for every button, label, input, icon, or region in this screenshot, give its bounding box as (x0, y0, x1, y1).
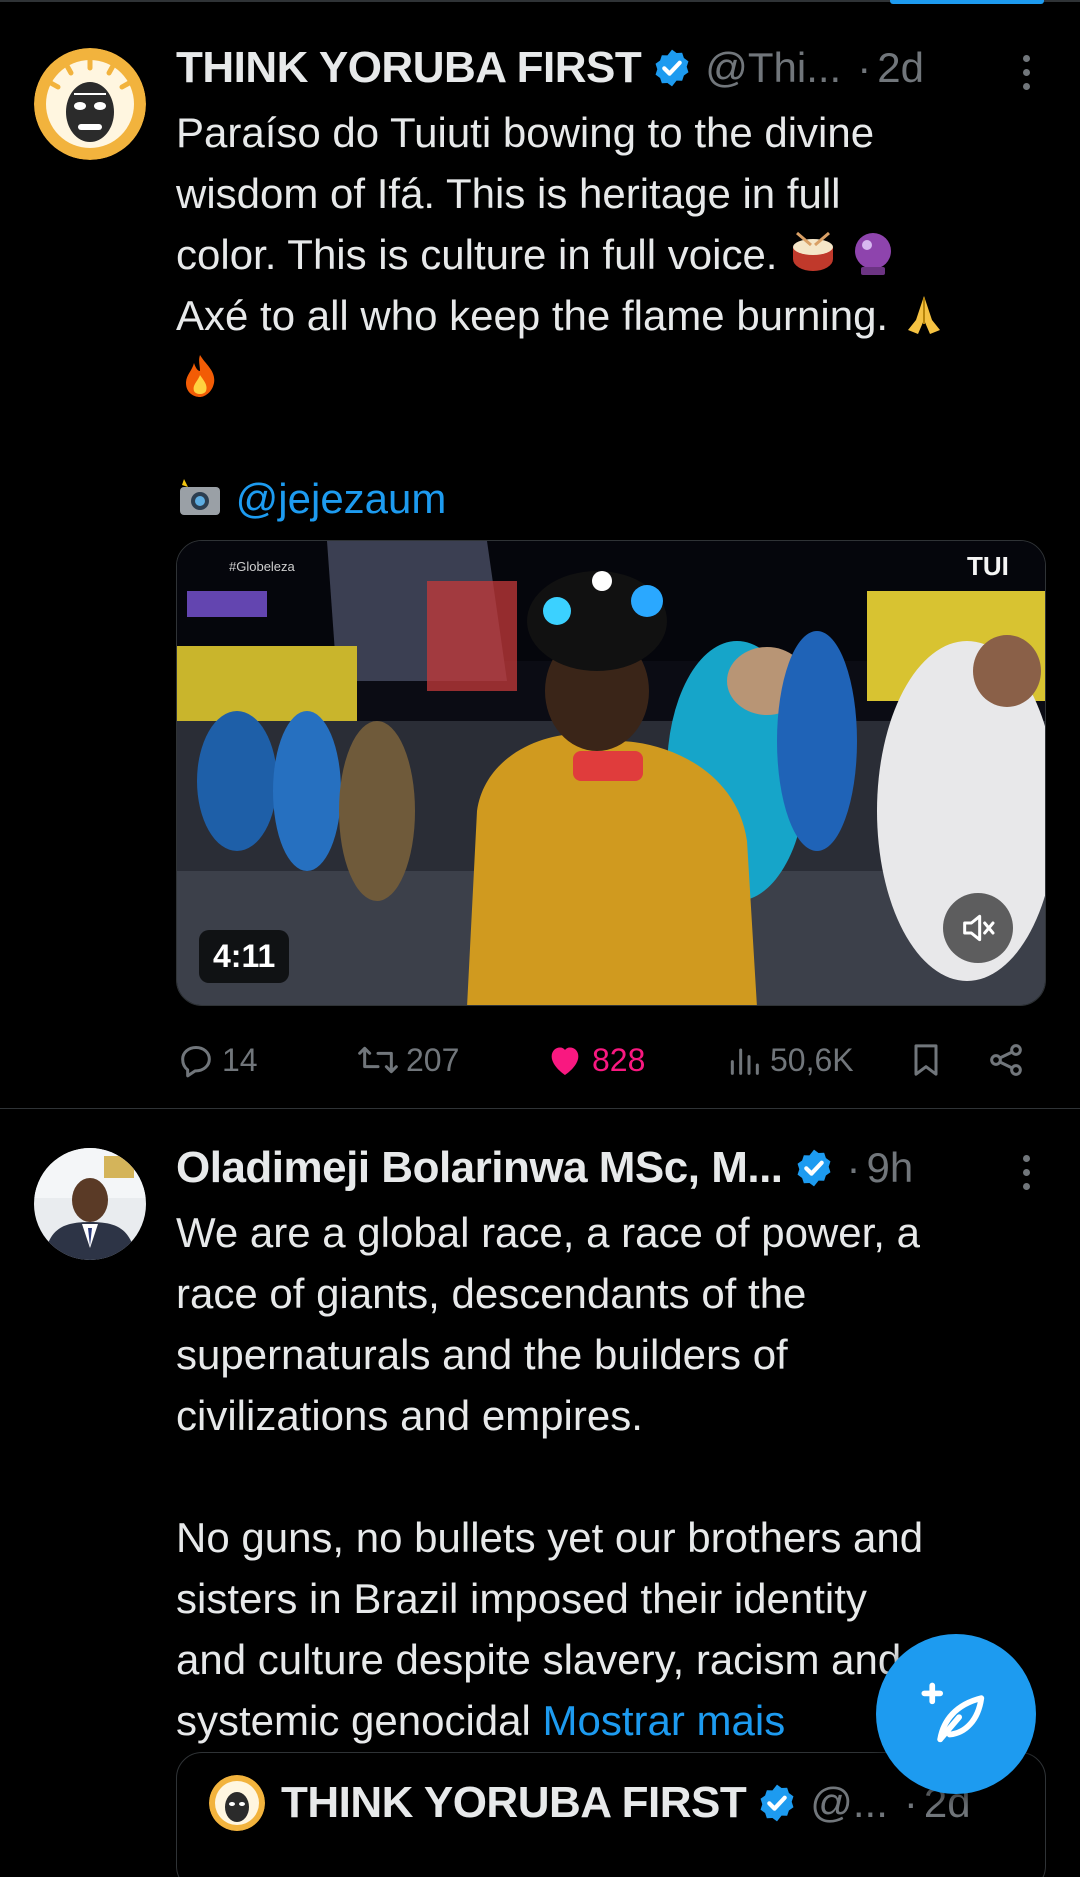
heart-icon (551, 1047, 579, 1075)
video-duration: 4:11 (199, 930, 290, 983)
mention-link[interactable]: @jejezaum (236, 475, 447, 522)
tweet-action-bar: 14 207 828 50,6K (176, 1030, 1046, 1090)
avatar (209, 1775, 265, 1831)
text-line: supernaturals and the builders of (176, 1331, 788, 1378)
share-icon (990, 1044, 1022, 1076)
text-line-with-emoji: Axé to all who keep the flame burning. (176, 285, 1046, 346)
text-line-with-emoji: color. This is culture in full voice. (176, 224, 1046, 285)
time-separator: · (857, 44, 872, 91)
video-frame: #Globeleza TUI (177, 541, 1045, 1005)
views-button[interactable]: 50,6K (724, 1030, 854, 1090)
compose-post-icon (921, 1682, 985, 1743)
view-count: 50,6K (770, 1041, 854, 1078)
compose-post-button[interactable] (876, 1634, 1036, 1794)
verified-badge-icon (655, 49, 689, 87)
watermark-text: #Globeleza (229, 559, 296, 574)
bookmark-icon (914, 1044, 938, 1076)
drum-emoji-icon (793, 231, 834, 271)
text-line-with-emoji (176, 346, 1046, 407)
verified-badge-icon (760, 1784, 794, 1822)
tweet-divider (0, 1108, 1080, 1109)
verified-badge-icon (797, 1149, 830, 1187)
avatar[interactable] (34, 48, 146, 160)
text-line: Paraíso do Tuiuti bowing to the divine (176, 109, 875, 156)
repost-icon (358, 1046, 398, 1074)
tweet-header: Oladimeji Bolarinwa MSc, M... · 9h (176, 1138, 1046, 1198)
reply-icon (181, 1046, 211, 1078)
time-separator: · (846, 1144, 861, 1191)
repost-count: 207 (406, 1041, 460, 1078)
sign-text: TUI (967, 551, 1009, 581)
crystal-ball-emoji-icon (854, 233, 891, 275)
author-name[interactable]: THINK YORUBA FIRST (176, 43, 642, 93)
camera-flash-emoji-icon (180, 479, 220, 515)
quoted-author-name: THINK YORUBA FIRST (281, 1778, 747, 1827)
time-separator: · (903, 1779, 918, 1826)
text-line: race of giants, descendants of the (176, 1270, 807, 1317)
tweet-header: THINK YORUBA FIRST @Thi... · 2d (176, 38, 1046, 98)
show-more-link[interactable]: Mostrar mais (543, 1697, 786, 1744)
author-handle[interactable]: @Thi... (705, 44, 841, 92)
text-line: Axé to all who keep the flame burning. (176, 292, 889, 339)
more-icon[interactable] (1006, 44, 1046, 100)
post-time[interactable]: 2d (877, 44, 924, 92)
like-count: 828 (592, 1041, 646, 1078)
text-line: color. This is culture in full voice. (176, 231, 778, 278)
avatar[interactable] (34, 1148, 146, 1260)
active-tab-indicator (890, 0, 1044, 4)
post-time[interactable]: 9h (867, 1144, 914, 1192)
share-button[interactable] (986, 1030, 1032, 1090)
reply-count: 14 (222, 1041, 258, 1078)
folded-hands-emoji-icon (907, 296, 940, 334)
quoted-tweet-header: THINK YORUBA FIRST @... · 2d (209, 1775, 971, 1831)
repost-button[interactable]: 207 (356, 1030, 459, 1090)
more-icon[interactable] (1006, 1144, 1046, 1200)
bookmark-button[interactable] (906, 1030, 952, 1090)
quoted-author-handle: @... (810, 1779, 888, 1826)
fire-emoji-icon (186, 355, 215, 397)
text-line: We are a global race, a race of power, a (176, 1209, 920, 1256)
photo-credit: @jejezaum (176, 468, 1046, 529)
like-button[interactable]: 828 (544, 1030, 645, 1090)
tweet-text: Paraíso do Tuiuti bowing to the divine w… (176, 102, 1046, 529)
author-name[interactable]: Oladimeji Bolarinwa MSc, M... (176, 1143, 783, 1193)
video-player[interactable]: #Globeleza TUI 4:11 (176, 540, 1046, 1006)
text-line: wisdom of Ifá. This is heritage in full (176, 170, 841, 217)
views-icon (730, 1048, 759, 1075)
text-line: sisters in Brazil imposed their identity (176, 1575, 867, 1622)
text-line: civilizations and empires. (176, 1392, 643, 1439)
text-line: No guns, no bullets yet our brothers and (176, 1514, 924, 1561)
mute-icon[interactable] (943, 893, 1013, 963)
reply-button[interactable]: 14 (176, 1030, 258, 1090)
text-line: systemic genocidal (176, 1697, 531, 1744)
